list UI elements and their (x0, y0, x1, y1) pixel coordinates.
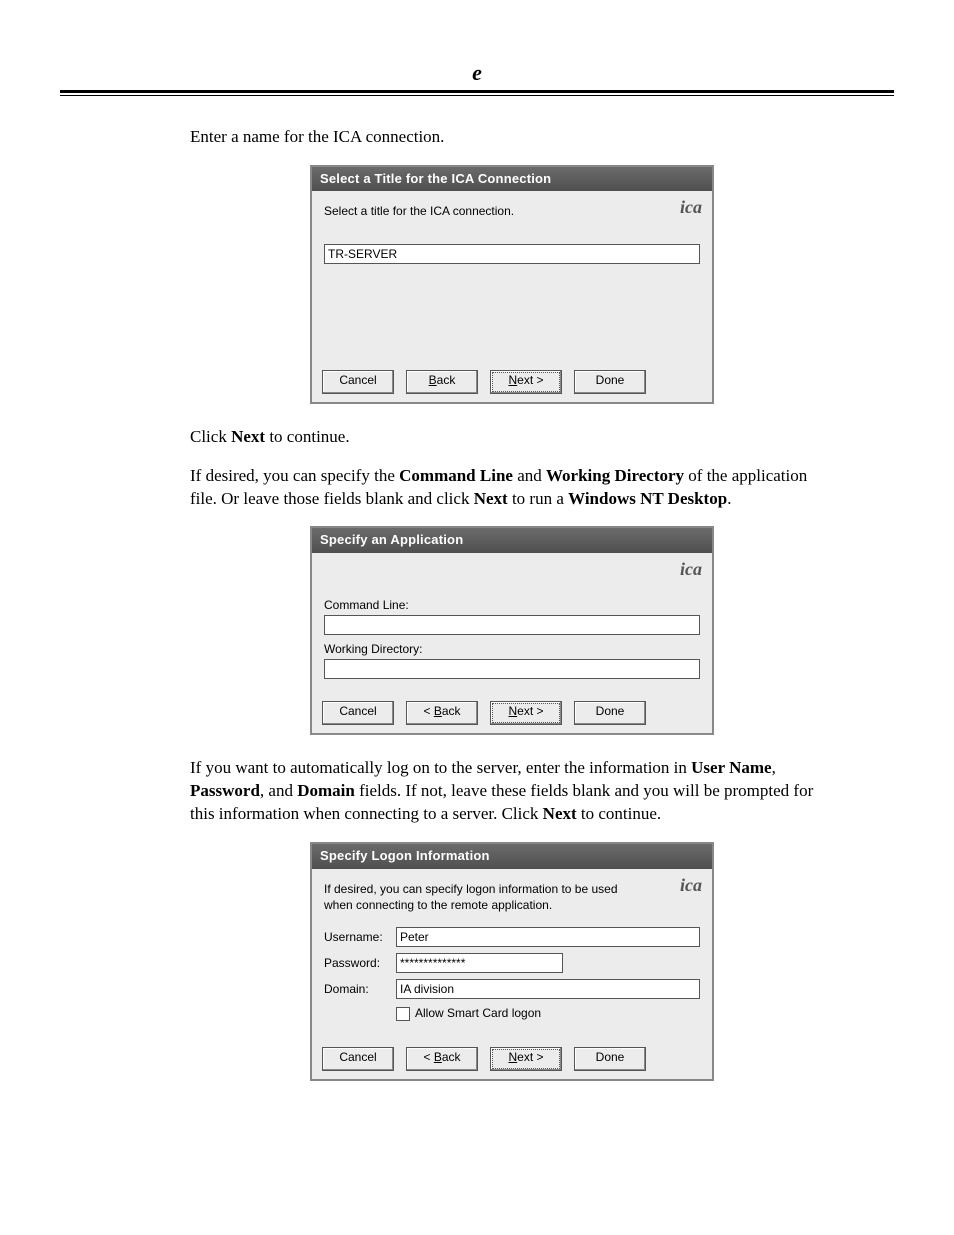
cl-bold: Command Line (399, 466, 513, 485)
domain-label: Domain: (324, 981, 396, 997)
password-label: Password: (324, 955, 396, 971)
done-button[interactable]: Done (574, 701, 646, 725)
t: If you want to automatically log on to t… (190, 758, 691, 777)
command-line-input[interactable] (324, 615, 700, 635)
working-directory-input[interactable] (324, 659, 700, 679)
dialog-specify-application: Specify an Application ica Command Line:… (310, 526, 714, 735)
dialog-title: Specify an Application (312, 528, 712, 553)
t: , (772, 758, 776, 777)
t: to continue. (577, 804, 662, 823)
ica-logo-icon: ica (680, 873, 702, 897)
smartcard-checkbox[interactable] (396, 1007, 410, 1021)
password-input[interactable] (396, 953, 563, 973)
wnt-bold: Windows NT Desktop (568, 489, 727, 508)
dm-bold: Domain (297, 781, 355, 800)
next-bold: Next (543, 804, 577, 823)
back-button[interactable]: Back (406, 370, 478, 394)
ica-logo-icon: ica (680, 195, 702, 219)
next-button[interactable]: Next > (490, 1047, 562, 1071)
dialog-specify-logon: Specify Logon Information ica If desired… (310, 842, 714, 1081)
dialog-instruction: Select a title for the ICA connection. (324, 203, 634, 219)
dialog-title: Select a Title for the ICA Connection (312, 167, 712, 192)
specify-app-paragraph: If desired, you can specify the Command … (190, 465, 834, 511)
command-line-label: Command Line: (324, 597, 700, 613)
t: and (513, 466, 546, 485)
next-bold: Next (474, 489, 508, 508)
done-button[interactable]: Done (574, 370, 646, 394)
domain-input[interactable] (396, 979, 700, 999)
domain-row: Domain: (324, 979, 700, 999)
dialog-instruction: If desired, you can specify logon inform… (324, 881, 634, 913)
ica-logo-icon: ica (680, 557, 702, 581)
done-button[interactable]: Done (574, 1047, 646, 1071)
dialog-button-row: Cancel < Back Next > Done (312, 695, 712, 733)
smartcard-label: Allow Smart Card logon (415, 1006, 541, 1020)
password-row: Password: (324, 953, 700, 973)
dialog-select-title: Select a Title for the ICA Connection ic… (310, 165, 714, 404)
wd-bold: Working Directory (546, 466, 684, 485)
working-directory-label: Working Directory: (324, 641, 700, 657)
t: to continue. (265, 427, 350, 446)
pw-bold: Password (190, 781, 260, 800)
un-bold: User Name (691, 758, 771, 777)
connection-title-input[interactable] (324, 244, 700, 264)
t: , and (260, 781, 297, 800)
dialog-title: Specify Logon Information (312, 844, 712, 869)
t: to run a (508, 489, 568, 508)
cancel-button[interactable]: Cancel (322, 701, 394, 725)
header-rule (60, 90, 894, 96)
next-button[interactable]: Next > (490, 370, 562, 394)
dialog-button-row: Cancel Back Next > Done (312, 364, 712, 402)
username-label: Username: (324, 929, 396, 945)
intro-paragraph-1: Enter a name for the ICA connection. (190, 126, 834, 149)
cancel-button[interactable]: Cancel (322, 370, 394, 394)
t: Click (190, 427, 231, 446)
next-bold: Next (231, 427, 265, 446)
logon-paragraph: If you want to automatically log on to t… (190, 757, 834, 826)
dialog-button-row: Cancel < Back Next > Done (312, 1041, 712, 1079)
t: . (727, 489, 731, 508)
back-button[interactable]: < Back (406, 1047, 478, 1071)
smartcard-row: Allow Smart Card logon (324, 1005, 700, 1021)
next-button[interactable]: Next > (490, 701, 562, 725)
cancel-button[interactable]: Cancel (322, 1047, 394, 1071)
username-row: Username: (324, 927, 700, 947)
back-button[interactable]: < Back (406, 701, 478, 725)
username-input[interactable] (396, 927, 700, 947)
page-content: Enter a name for the ICA connection. Sel… (190, 126, 834, 1081)
t: If desired, you can specify the (190, 466, 399, 485)
click-next-paragraph: Click Next to continue. (190, 426, 834, 449)
page-header-e: e (60, 60, 894, 86)
